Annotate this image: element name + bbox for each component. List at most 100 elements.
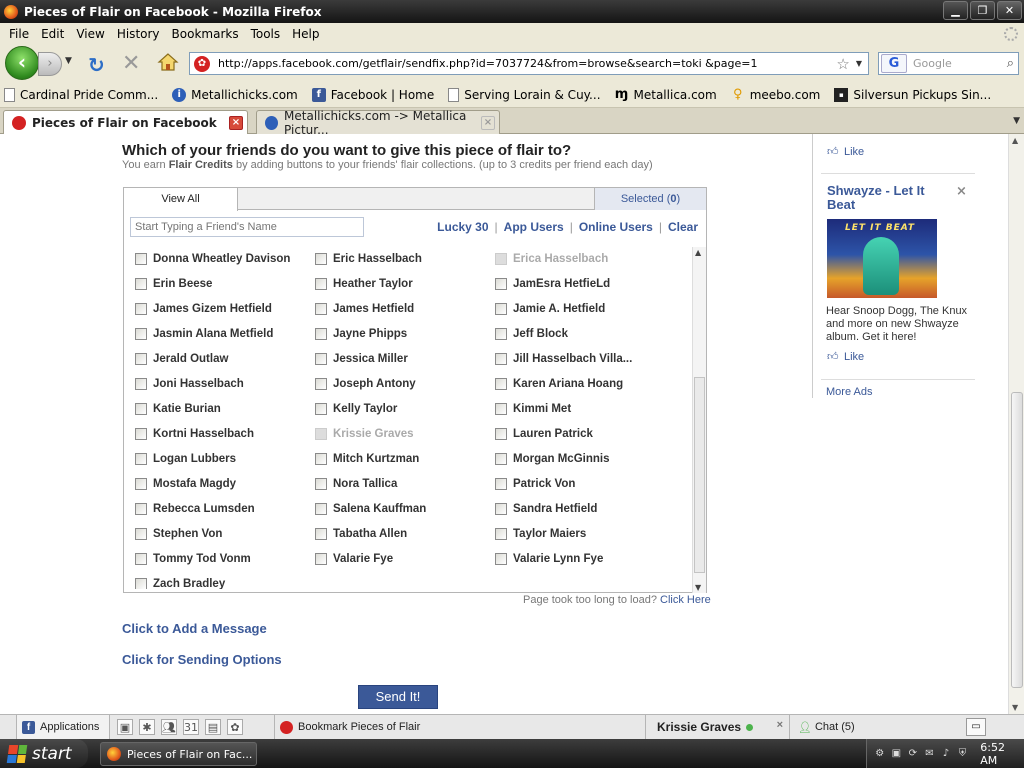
friend-checkbox[interactable]: [135, 328, 147, 340]
messenger-icon[interactable]: ✉: [923, 747, 937, 761]
bookmark-cardinal-pride[interactable]: Cardinal Pride Comm...: [4, 87, 158, 102]
friend-list-scrollbar[interactable]: ▲ ▼: [692, 247, 706, 593]
friend-checkbox[interactable]: [315, 528, 327, 540]
scroll-up-icon[interactable]: ▲: [695, 248, 701, 257]
friend-item[interactable]: Jeff Block: [495, 328, 568, 340]
friend-item[interactable]: Valarie Fye: [315, 553, 393, 565]
friend-checkbox[interactable]: [315, 403, 327, 415]
friend-item[interactable]: Jerald Outlaw: [135, 353, 228, 365]
network-icon[interactable]: ⚙: [873, 747, 887, 761]
friend-item[interactable]: James Hetfield: [315, 303, 414, 315]
bookmark-meebo[interactable]: ♀ meebo.com: [731, 87, 820, 102]
friend-item[interactable]: Jasmin Alana Metfield: [135, 328, 273, 340]
friend-checkbox[interactable]: [135, 303, 147, 315]
friend-item[interactable]: Salena Kauffman: [315, 503, 426, 515]
friend-checkbox[interactable]: [135, 278, 147, 290]
friend-checkbox[interactable]: [135, 353, 147, 365]
back-button[interactable]: ‹: [5, 46, 39, 80]
sync-icon[interactable]: ⟳: [906, 747, 920, 761]
search-bar[interactable]: G Google ⌕: [878, 52, 1019, 75]
history-dropdown-icon[interactable]: ▼: [65, 56, 72, 66]
filter-clear[interactable]: Clear: [668, 220, 698, 234]
friend-item[interactable]: Kortni Hasselbach: [135, 428, 254, 440]
filter-lucky-30[interactable]: Lucky 30: [437, 220, 488, 234]
friend-checkbox[interactable]: [315, 303, 327, 315]
send-it-button[interactable]: Send It!: [358, 685, 438, 709]
add-message-link[interactable]: Click to Add a Message: [122, 621, 267, 636]
friend-checkbox[interactable]: [495, 478, 507, 490]
friend-checkbox[interactable]: [495, 503, 507, 515]
friend-checkbox[interactable]: [135, 428, 147, 440]
taskbar-firefox-window[interactable]: Pieces of Flair on Fac...: [100, 742, 257, 766]
friend-checkbox[interactable]: [315, 278, 327, 290]
friend-item[interactable]: Jill Hasselbach Villa...: [495, 353, 632, 365]
scroll-up-icon[interactable]: ▲: [1012, 136, 1018, 145]
bookmark-metallica[interactable]: ɱ Metallica.com: [615, 87, 717, 102]
friend-checkbox[interactable]: [495, 328, 507, 340]
friend-item[interactable]: Jamie A. Hetfield: [495, 303, 605, 315]
bookmark-app-button[interactable]: Bookmark Pieces of Flair: [274, 715, 646, 739]
friend-checkbox[interactable]: [135, 503, 147, 515]
page-scrollbar[interactable]: ▲ ▼: [1008, 134, 1024, 714]
url-dropdown-icon[interactable]: ▼: [856, 59, 862, 68]
friend-checkbox[interactable]: [315, 353, 327, 365]
friend-item[interactable]: Stephen Von: [135, 528, 222, 540]
friend-item[interactable]: Tommy Tod Vonm: [135, 553, 251, 565]
friend-checkbox[interactable]: [135, 528, 147, 540]
friend-item[interactable]: James Gizem Hetfield: [135, 303, 272, 315]
scroll-down-icon[interactable]: ▼: [695, 583, 701, 592]
minimize-button[interactable]: ▁: [943, 1, 968, 20]
page-scroll-thumb[interactable]: [1011, 392, 1023, 688]
display-icon[interactable]: ▣: [890, 747, 904, 761]
start-button[interactable]: start: [0, 739, 88, 768]
friend-item[interactable]: Valarie Lynn Fye: [495, 553, 603, 565]
friend-checkbox[interactable]: [495, 403, 507, 415]
top-ad-like[interactable]: 👍︎ Like: [827, 146, 864, 158]
friend-item[interactable]: Mostafa Magdy: [135, 478, 236, 490]
menu-bookmarks[interactable]: Bookmarks: [166, 27, 245, 41]
volume-icon[interactable]: ♪: [939, 747, 953, 761]
stop-icon[interactable]: ✕: [122, 51, 140, 76]
friend-checkbox[interactable]: [135, 553, 147, 565]
click-here-link[interactable]: Click Here: [660, 594, 711, 606]
chat-button[interactable]: 👤︎ Chat (5): [794, 715, 954, 739]
search-icon[interactable]: ⌕: [1007, 56, 1014, 71]
search-input[interactable]: Google: [913, 57, 1007, 70]
friend-item[interactable]: Heather Taylor: [315, 278, 413, 290]
url-input[interactable]: http://apps.facebook.com/getflair/sendfi…: [218, 57, 836, 70]
friend-item[interactable]: Joseph Antony: [315, 378, 416, 390]
friend-checkbox[interactable]: [135, 578, 147, 589]
menu-view[interactable]: View: [70, 27, 110, 41]
friend-item[interactable]: Jessica Miller: [315, 353, 408, 365]
ad-like[interactable]: 👍︎ Like: [827, 351, 864, 363]
friend-checkbox[interactable]: [495, 553, 507, 565]
friend-item[interactable]: Taylor Maiers: [495, 528, 586, 540]
tab-selected[interactable]: Selected (0): [594, 188, 706, 210]
tab-metallichicks[interactable]: Metallichicks.com -> Metallica Pictur...…: [256, 109, 500, 137]
friend-checkbox[interactable]: [135, 403, 147, 415]
friend-item[interactable]: Eric Hasselbach: [315, 253, 422, 265]
friend-item[interactable]: Karen Ariana Hoang: [495, 378, 623, 390]
security-icon[interactable]: ⛨: [956, 747, 970, 761]
friend-item[interactable]: Sandra Hetfield: [495, 503, 597, 515]
friend-checkbox[interactable]: [315, 378, 327, 390]
maximize-button[interactable]: ❐: [970, 1, 995, 20]
friend-item[interactable]: Morgan McGinnis: [495, 453, 609, 465]
menu-tools[interactable]: Tools: [245, 27, 287, 41]
bookmark-facebook-home[interactable]: f Facebook | Home: [311, 87, 434, 102]
friend-item[interactable]: Zach Bradley: [135, 578, 225, 589]
menu-file[interactable]: File: [3, 27, 35, 41]
close-tab-icon[interactable]: ×: [229, 116, 243, 130]
friend-item[interactable]: Kimmi Met: [495, 403, 571, 415]
ad-title-link[interactable]: Shwayze - Let It Beat: [827, 184, 947, 212]
photos-icon[interactable]: ▣: [117, 719, 133, 735]
applications-button[interactable]: f Applications: [16, 715, 110, 739]
forward-button[interactable]: ›: [38, 52, 62, 76]
friend-checkbox[interactable]: [495, 428, 507, 440]
friend-checkbox[interactable]: [495, 278, 507, 290]
close-chat-icon[interactable]: ×: [777, 719, 783, 731]
friend-item[interactable]: Patrick Von: [495, 478, 575, 490]
chat-tab-krissie[interactable]: Krissie Graves ×: [650, 715, 790, 739]
friend-checkbox[interactable]: [315, 328, 327, 340]
friend-item[interactable]: Tabatha Allen: [315, 528, 407, 540]
